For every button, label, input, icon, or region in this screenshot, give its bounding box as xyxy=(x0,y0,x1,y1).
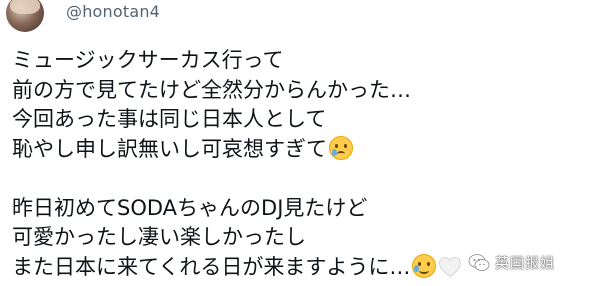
tweet-line-3: 今回あった事は同じ日本人として xyxy=(12,107,327,131)
wechat-logo-icon xyxy=(468,254,490,271)
crying-face-icon xyxy=(329,135,353,160)
tweet-line-4: 恥やし申し訳無いし可哀想すぎて xyxy=(12,136,327,161)
avatar[interactable] xyxy=(6,0,44,32)
avatar-image xyxy=(10,0,40,14)
tweet-line-7: また日本に来てくれる日が来ますように… xyxy=(12,254,411,279)
white-heart-icon xyxy=(439,256,462,277)
watermark-text: 英国报姐 xyxy=(495,256,555,272)
tweet-line-5: 昨日初めてSODAちゃんのDJ見たけど xyxy=(12,195,368,220)
tweet-line-1: ミュージックサーカス行って xyxy=(12,48,284,72)
smiling-face-with-tear-icon xyxy=(412,253,437,278)
tweet-line-4-row: 恥やし申し訳無いし可哀想すぎて xyxy=(12,135,572,165)
tweet-card: @honotan4 ミュージックサーカス行って 前の方で見てたけど全然分からんか… xyxy=(0,0,593,286)
tweet-line-2: 前の方で見てたけど全然分からんかった… xyxy=(12,77,411,102)
watermark: 英国报姐 xyxy=(468,252,555,274)
tweet-body: ミュージックサーカス行って 前の方で見てたけど全然分からんかった… 今回あった事… xyxy=(12,46,572,282)
tweet-line-6: 可愛かったし凄い楽しかったし xyxy=(12,225,306,249)
user-handle[interactable]: @honotan4 xyxy=(66,2,160,21)
tweet-header: @honotan4 xyxy=(0,0,593,36)
